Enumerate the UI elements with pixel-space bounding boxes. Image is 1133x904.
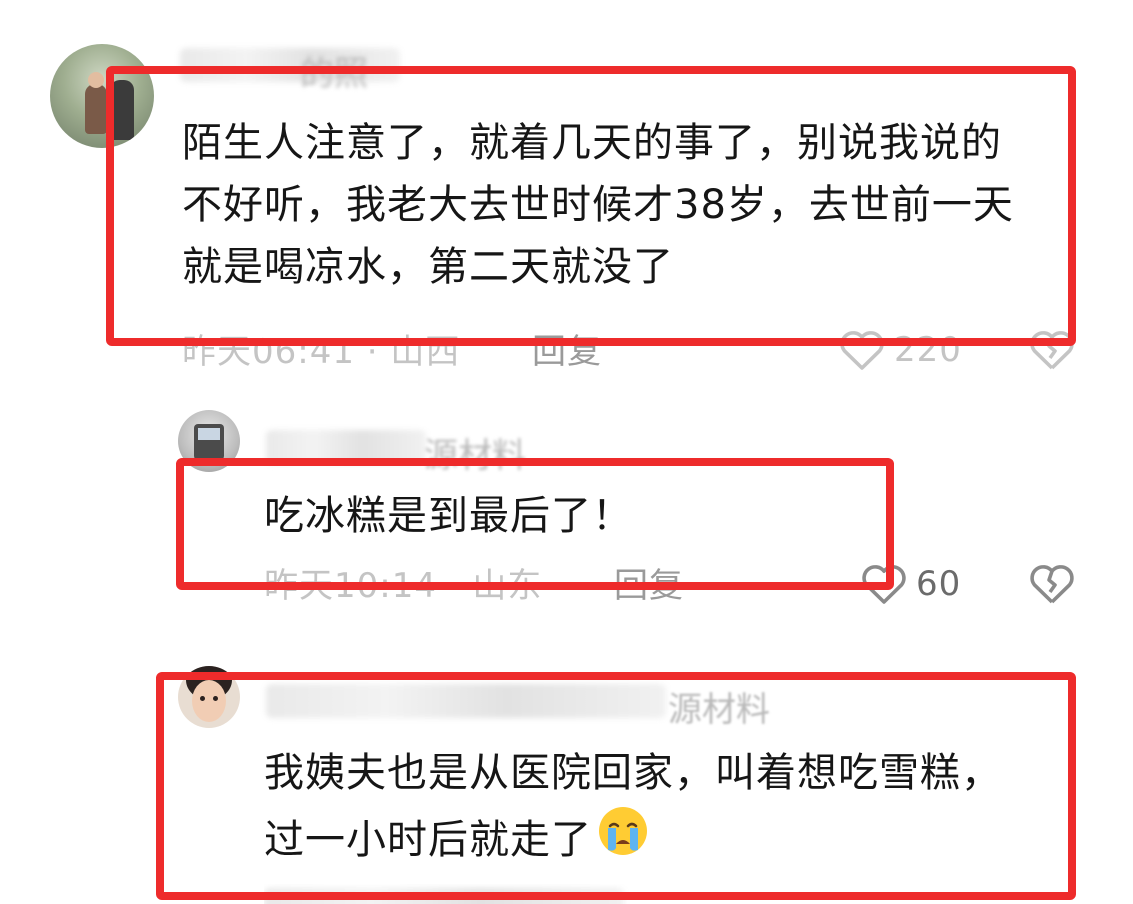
broken-heart-icon — [1028, 562, 1076, 606]
highlight-box — [106, 66, 1076, 346]
highlight-box — [156, 672, 1076, 900]
highlight-box — [176, 458, 894, 590]
like-count: 60 — [916, 564, 962, 604]
dislike-button[interactable] — [1028, 562, 1076, 606]
